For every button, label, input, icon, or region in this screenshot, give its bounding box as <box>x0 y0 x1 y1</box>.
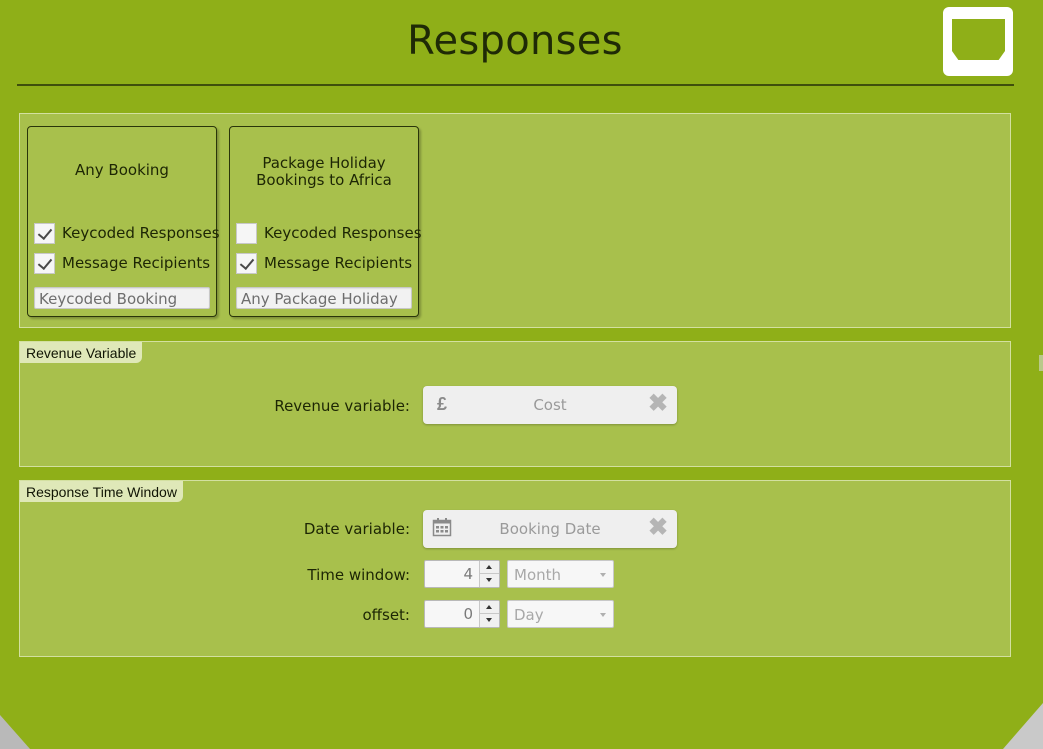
decrement-arrow-icon[interactable] <box>480 614 499 627</box>
checkbox-label: Message Recipients <box>62 254 211 272</box>
increment-arrow-icon[interactable] <box>480 561 499 574</box>
message-recipients-checkbox[interactable] <box>34 252 55 274</box>
segment-name-input[interactable]: Any Package Holiday <box>236 287 412 309</box>
segment-name-input[interactable]: Keycoded Booking <box>34 287 210 309</box>
offset-unit-select[interactable]: Day <box>507 600 614 628</box>
message-recipients-checkbox[interactable] <box>236 252 257 274</box>
chevron-down-icon <box>600 573 606 577</box>
time-window-stepper[interactable]: 4 <box>424 560 500 588</box>
revenue-variable-label: Revenue variable: <box>274 397 410 415</box>
time-window-label: Time window: <box>307 566 410 584</box>
section-label: Revenue Variable <box>20 342 143 363</box>
decrement-arrow-icon[interactable] <box>480 574 499 587</box>
checkbox-label: Message Recipients <box>264 254 413 272</box>
card-title: Any Booking <box>75 161 169 179</box>
checkbox-label: Keycoded Responses <box>264 224 422 242</box>
offset-value: 0 <box>463 605 473 623</box>
calendar-icon <box>431 517 453 539</box>
offset-stepper[interactable]: 0 <box>424 600 500 628</box>
increment-arrow-icon[interactable] <box>480 601 499 614</box>
date-variable-label: Date variable: <box>303 520 410 538</box>
chevron-down-icon <box>600 613 606 617</box>
message-recipients-row[interactable]: Message Recipients <box>34 252 210 274</box>
segment-card-any-booking[interactable]: Any Booking Keycoded Responses Message R… <box>27 126 220 317</box>
time-window-unit-select[interactable]: Month <box>507 560 614 588</box>
clear-icon[interactable]: ✖ <box>647 392 669 416</box>
revenue-variable-section: Revenue Variable Revenue variable: £ Cos… <box>19 341 1011 467</box>
keycoded-responses-row[interactable]: Keycoded Responses <box>236 222 422 244</box>
title-divider <box>17 84 1014 86</box>
response-time-window-section: Response Time Window Date variable: Book… <box>19 480 1011 657</box>
resize-handle[interactable] <box>1039 355 1043 371</box>
segments-section: Any Booking Keycoded Responses Message R… <box>19 113 1011 328</box>
keycoded-responses-row[interactable]: Keycoded Responses <box>34 222 220 244</box>
time-window-value: 4 <box>463 565 473 583</box>
revenue-variable-value: Cost <box>533 396 567 414</box>
section-label: Response Time Window <box>20 481 183 502</box>
stepper-buttons <box>479 561 499 587</box>
message-recipients-row[interactable]: Message Recipients <box>236 252 412 274</box>
selected-unit: Month <box>514 566 562 584</box>
date-variable-picker[interactable]: Booking Date ✖ <box>423 510 677 548</box>
pound-icon: £ <box>436 394 447 414</box>
clear-icon[interactable]: ✖ <box>647 516 669 540</box>
page-title: Responses <box>407 18 623 64</box>
segment-card-package-holiday[interactable]: Package Holiday Bookings to Africa Keyco… <box>229 126 422 317</box>
stepper-buttons <box>479 601 499 627</box>
offset-label: offset: <box>362 606 411 624</box>
checkbox-label: Keycoded Responses <box>62 224 220 242</box>
window-toggle-button[interactable] <box>943 7 1013 76</box>
keycoded-responses-checkbox[interactable] <box>34 222 55 244</box>
card-title: Package Holiday Bookings to Africa <box>256 154 392 189</box>
date-variable-value: Booking Date <box>499 520 601 538</box>
selected-unit: Day <box>514 606 544 624</box>
window-icon <box>952 19 1005 60</box>
keycoded-responses-checkbox[interactable] <box>236 222 257 244</box>
revenue-variable-picker[interactable]: £ Cost ✖ <box>423 386 677 424</box>
